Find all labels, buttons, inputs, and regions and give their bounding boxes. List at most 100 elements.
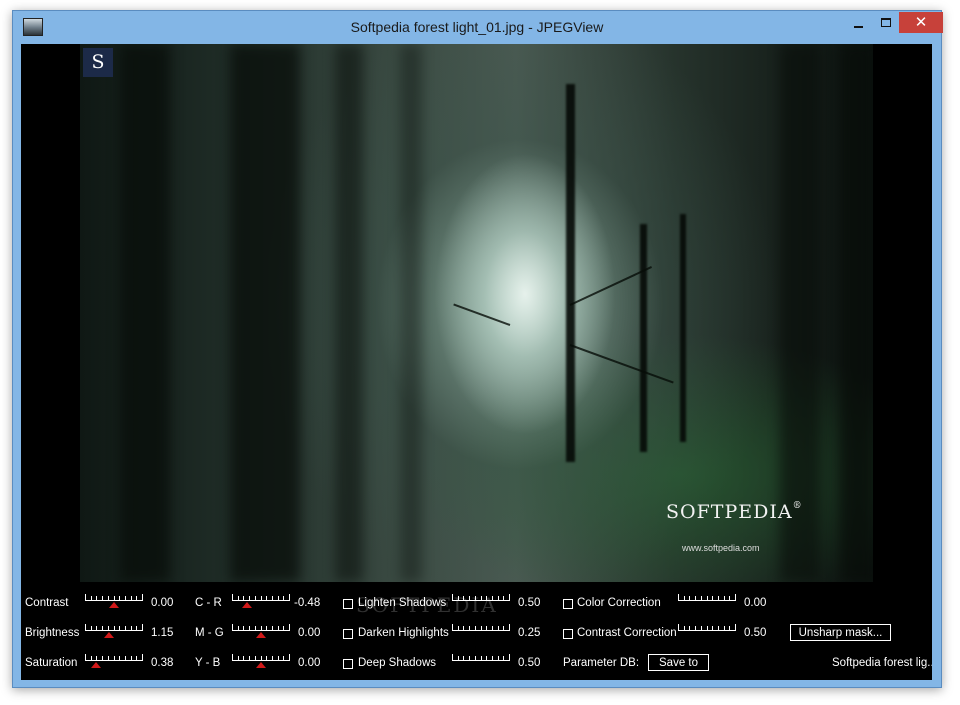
- slider-track: [452, 630, 510, 631]
- deep-shadows-slider[interactable]: [452, 654, 510, 668]
- slider-tick: [492, 626, 493, 630]
- slider-tick: [249, 596, 250, 600]
- slider-tick: [278, 626, 279, 630]
- contrast-label: Contrast: [25, 597, 69, 609]
- close-button[interactable]: ✕: [899, 12, 943, 33]
- tree-trunk: [640, 224, 647, 452]
- slider-tick: [729, 626, 730, 630]
- slider-tick: [272, 626, 273, 630]
- slider-tick: [119, 626, 120, 630]
- slider-thumb-icon[interactable]: [242, 602, 252, 608]
- color-correction-checkbox[interactable]: [563, 599, 573, 609]
- slider-tick: [707, 626, 708, 630]
- slider-tick: [255, 596, 256, 600]
- slider-tick: [452, 594, 453, 601]
- brand-text: SOFTPEDIA: [666, 501, 793, 523]
- slider-tick: [509, 654, 510, 661]
- slider-track: [678, 600, 736, 601]
- slider-thumb-icon[interactable]: [109, 602, 119, 608]
- slider-tick: [261, 626, 262, 630]
- contrast-slider[interactable]: [85, 594, 143, 608]
- slider-track: [452, 600, 510, 601]
- slider-tick: [509, 594, 510, 601]
- slider-tick: [266, 656, 267, 660]
- lighten-shadows-slider[interactable]: [452, 594, 510, 608]
- slider-tick: [272, 596, 273, 600]
- contrast-correction-checkbox[interactable]: [563, 629, 573, 639]
- slider-tick: [243, 626, 244, 630]
- maximize-button[interactable]: [873, 12, 899, 33]
- close-icon: ✕: [914, 14, 928, 31]
- slider-tick: [503, 596, 504, 600]
- tree-branch: [453, 303, 511, 326]
- color-correction-slider[interactable]: [678, 594, 736, 608]
- slider-tick: [452, 654, 453, 661]
- slider-tick: [684, 596, 685, 600]
- slider-tick: [492, 596, 493, 600]
- cr-value: -0.48: [294, 597, 321, 609]
- minimize-button[interactable]: [845, 12, 871, 33]
- slider-thumb-icon[interactable]: [91, 662, 101, 668]
- slider-tick: [96, 656, 97, 660]
- slider-tick: [114, 656, 115, 660]
- slider-tick: [261, 596, 262, 600]
- slider-tick: [243, 596, 244, 600]
- slider-tick: [85, 654, 86, 661]
- slider-tick: [283, 656, 284, 660]
- slider-tick: [232, 594, 233, 601]
- slider-tick: [735, 624, 736, 631]
- mg-label: M - G: [195, 627, 224, 639]
- maximize-icon: [881, 18, 891, 28]
- saturation-value: 0.38: [151, 657, 174, 669]
- contrast-correction-slider[interactable]: [678, 624, 736, 638]
- minimize-icon: [853, 25, 863, 28]
- slider-tick: [91, 656, 92, 660]
- title-bar[interactable]: Softpedia forest light_01.jpg - JPEGView…: [13, 11, 943, 44]
- slider-thumb-icon[interactable]: [256, 632, 266, 638]
- cr-slider[interactable]: [232, 594, 290, 608]
- darken-highlights-checkbox[interactable]: [343, 629, 353, 639]
- slider-tick: [701, 626, 702, 630]
- lighten-shadows-checkbox[interactable]: [343, 599, 353, 609]
- tree-trunk: [400, 44, 422, 582]
- slider-tick: [492, 656, 493, 660]
- slider-thumb-icon[interactable]: [104, 632, 114, 638]
- mg-slider[interactable]: [232, 624, 290, 638]
- slider-track: [85, 600, 143, 601]
- slider-tick: [102, 626, 103, 630]
- image-viewport[interactable]: S SOFTPEDIA® www.softpedia.com SOFTPEDIA…: [21, 44, 932, 680]
- slider-tick: [503, 656, 504, 660]
- slider-tick: [469, 626, 470, 630]
- slider-tick: [486, 656, 487, 660]
- darken-highlights-label: Darken Highlights: [358, 627, 449, 639]
- saturation-slider[interactable]: [85, 654, 143, 668]
- slider-track: [85, 660, 143, 661]
- parameter-db-label: Parameter DB:: [563, 657, 640, 669]
- unsharp-mask-button[interactable]: Unsharp mask...: [790, 624, 891, 641]
- yb-slider[interactable]: [232, 654, 290, 668]
- slider-tick: [102, 596, 103, 600]
- slider-thumb-icon[interactable]: [256, 662, 266, 668]
- slider-tick: [458, 626, 459, 630]
- slider-tick: [142, 654, 143, 661]
- brand-mark: ®: [792, 501, 803, 511]
- slider-tick: [119, 656, 120, 660]
- slider-tick: [486, 596, 487, 600]
- brightness-slider[interactable]: [85, 624, 143, 638]
- deep-shadows-checkbox[interactable]: [343, 659, 353, 669]
- slider-tick: [125, 626, 126, 630]
- slider-tick: [114, 626, 115, 630]
- color-correction-label: Color Correction: [577, 597, 661, 609]
- lighten-shadows-label: Lighten Shadows: [358, 597, 447, 609]
- contrast-correction-value: 0.50: [744, 627, 767, 639]
- slider-tick: [283, 626, 284, 630]
- corner-logo: S: [83, 48, 113, 77]
- slider-tick: [142, 624, 143, 631]
- save-to-button[interactable]: Save to: [648, 654, 709, 671]
- slider-tick: [458, 596, 459, 600]
- slider-track: [85, 630, 143, 631]
- darken-highlights-slider[interactable]: [452, 624, 510, 638]
- slider-tick: [238, 656, 239, 660]
- filename-label: Softpedia forest lig...: [832, 657, 932, 669]
- brand-url: www.softpedia.com: [682, 543, 760, 553]
